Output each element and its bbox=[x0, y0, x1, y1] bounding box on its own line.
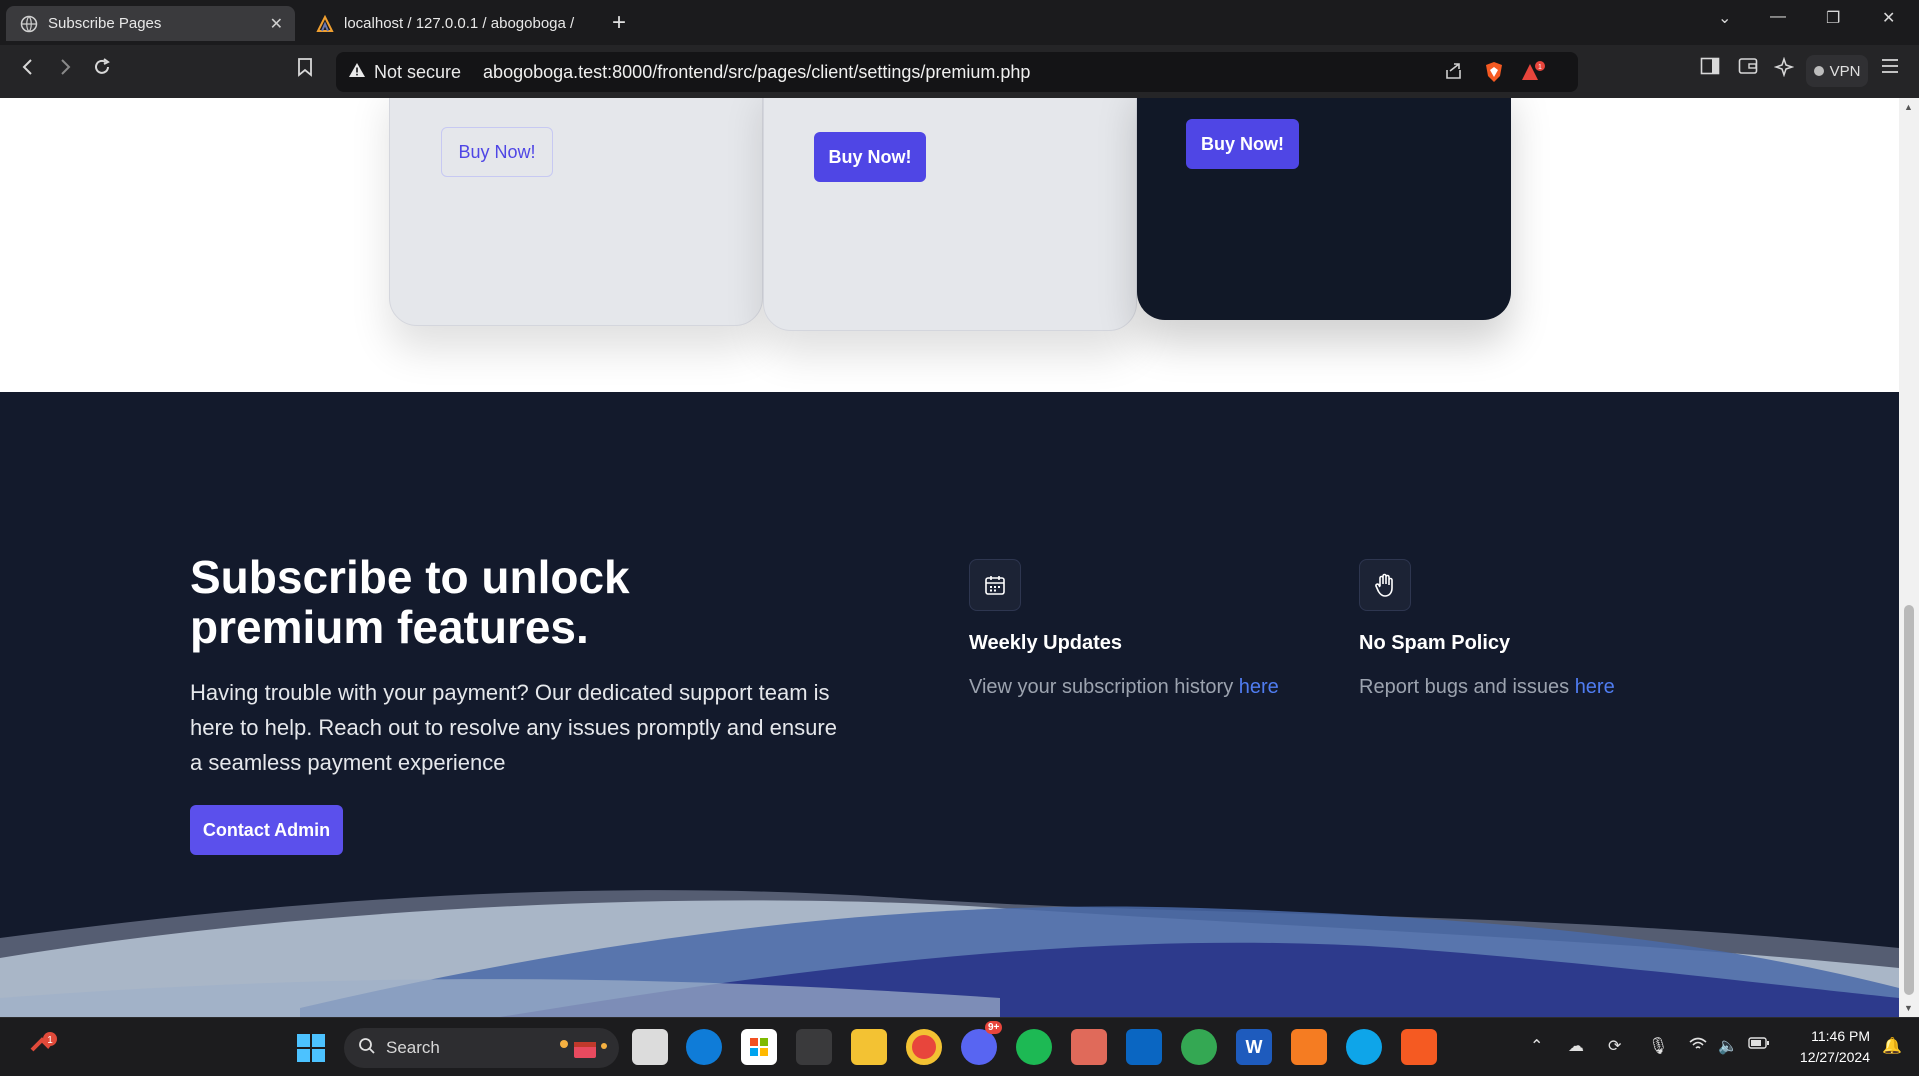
taskbar-search[interactable]: Search bbox=[344, 1028, 619, 1068]
calendar-icon bbox=[969, 559, 1021, 611]
back-icon[interactable] bbox=[18, 57, 38, 83]
notifications-bell-icon[interactable]: 🔔 bbox=[1882, 1036, 1902, 1056]
pricing-card-basic: Buy Now! bbox=[389, 98, 763, 326]
layers-app-icon[interactable] bbox=[1071, 1029, 1107, 1065]
spotify-icon[interactable] bbox=[1016, 1029, 1052, 1065]
rewards-badge-count: 1 bbox=[1538, 64, 1542, 71]
menu-icon[interactable] bbox=[1880, 57, 1900, 81]
pricing-card-standard: Buy Now! bbox=[763, 98, 1137, 331]
feature-title-no-spam: No Spam Policy bbox=[1359, 632, 1511, 654]
onedrive-icon[interactable]: ☁ bbox=[1568, 1036, 1584, 1056]
chrome-icon[interactable] bbox=[906, 1029, 942, 1065]
settings-app-icon[interactable] bbox=[796, 1029, 832, 1065]
minimize-icon[interactable]: — bbox=[1770, 8, 1786, 26]
notification-badge: 1 bbox=[47, 1035, 53, 1046]
vpn-status-icon bbox=[1813, 66, 1824, 76]
page-viewport: Buy Now! Buy Now! Buy Now! Subscribe to … bbox=[0, 98, 1899, 1017]
brave-taskbar-icon[interactable] bbox=[1401, 1029, 1437, 1065]
footer-wave-decoration bbox=[0, 890, 1899, 1017]
scroll-up-arrow-icon[interactable]: ▲ bbox=[1904, 102, 1913, 112]
search-icon bbox=[358, 1037, 376, 1060]
browser-toolbar: Not secure abogoboga.test:8000/frontend/… bbox=[0, 45, 1919, 98]
tab-subscribe-pages[interactable]: Subscribe Pages ✕ bbox=[6, 6, 295, 41]
feature-text-no-spam: Report bugs and issues here bbox=[1359, 676, 1615, 698]
buy-now-button[interactable]: Buy Now! bbox=[1186, 119, 1299, 169]
battery-icon[interactable] bbox=[1748, 1036, 1770, 1055]
url-text[interactable]: abogoboga.test:8000/frontend/src/pages/c… bbox=[483, 62, 1030, 83]
clock-time[interactable]: 11:46 PM bbox=[1794, 1028, 1870, 1044]
footer-lead-text: Having trouble with your payment? Our de… bbox=[190, 680, 837, 775]
edge-icon[interactable] bbox=[686, 1029, 722, 1065]
scroll-down-arrow-icon[interactable]: ▼ bbox=[1904, 1003, 1913, 1013]
hand-icon bbox=[1359, 559, 1411, 611]
close-window-icon[interactable]: ✕ bbox=[1882, 8, 1895, 28]
sidebar-toggle-icon[interactable] bbox=[1700, 57, 1720, 81]
xampp-icon[interactable] bbox=[1291, 1029, 1327, 1065]
buy-now-button[interactable]: Buy Now! bbox=[441, 127, 553, 177]
feature-text-weekly-updates: View your subscription history here bbox=[969, 676, 1279, 698]
close-tab-icon[interactable]: ✕ bbox=[270, 14, 283, 34]
word-icon[interactable]: W bbox=[1236, 1029, 1272, 1065]
bookmark-icon[interactable] bbox=[296, 57, 314, 83]
contact-admin-button[interactable]: Contact Admin bbox=[190, 805, 343, 855]
footer-headline: Subscribe to unlock premium features. bbox=[190, 551, 630, 653]
tray-overflow-icon[interactable]: ⌃ bbox=[1530, 1036, 1543, 1056]
report-bugs-link[interactable]: here bbox=[1575, 676, 1615, 698]
task-view-icon[interactable] bbox=[632, 1029, 668, 1065]
chrome-profile-icon[interactable] bbox=[1181, 1029, 1217, 1065]
vpn-button[interactable]: VPN bbox=[1806, 55, 1868, 87]
tab-phpmyadmin[interactable]: localhost / 127.0.0.1 / abogoboga / bbox=[312, 6, 602, 41]
buy-now-button[interactable]: Buy Now! bbox=[814, 132, 926, 182]
subscription-history-link[interactable]: here bbox=[1239, 676, 1279, 698]
leo-ai-icon[interactable] bbox=[1773, 56, 1795, 83]
wifi-icon[interactable] bbox=[1688, 1036, 1708, 1057]
address-bar[interactable]: Not secure abogoboga.test:8000/frontend/… bbox=[336, 52, 1578, 92]
tab-title: localhost / 127.0.0.1 / abogoboga / bbox=[344, 15, 575, 32]
volume-icon[interactable]: 🔈 bbox=[1718, 1036, 1738, 1056]
brave-rewards-icon[interactable]: 1 bbox=[1520, 61, 1546, 88]
sync-icon[interactable]: ⟳ bbox=[1608, 1036, 1621, 1056]
discord-icon[interactable]: 9+ bbox=[961, 1021, 1003, 1065]
file-explorer-icon[interactable] bbox=[851, 1029, 887, 1065]
brave-shield-icon[interactable] bbox=[1484, 61, 1504, 88]
windows-taskbar: 1 Search 9+ W ⌃ ☁ ⟳ 🎙 🔈 11:46 PM 12/27/2… bbox=[0, 1017, 1919, 1076]
clock-date[interactable]: 12/27/2024 bbox=[1786, 1049, 1870, 1065]
tab-title: Subscribe Pages bbox=[48, 15, 162, 32]
subscribe-footer: Subscribe to unlock premium features. Ha… bbox=[0, 392, 1899, 1017]
search-placeholder: Search bbox=[386, 1038, 440, 1057]
tab-search-chevron-icon[interactable]: ⌄ bbox=[1718, 8, 1731, 28]
browser-tab-bar: Subscribe Pages ✕ localhost / 127.0.0.1 … bbox=[0, 0, 1919, 45]
windows-start-icon[interactable] bbox=[296, 1033, 326, 1068]
security-status[interactable]: Not secure bbox=[374, 62, 461, 83]
pricing-card-premium: Buy Now! bbox=[1137, 98, 1511, 320]
feature-title-weekly-updates: Weekly Updates bbox=[969, 632, 1123, 654]
search-highlight-icon bbox=[554, 1036, 610, 1065]
scrollbar-thumb[interactable] bbox=[1904, 605, 1914, 995]
reload-icon[interactable] bbox=[92, 57, 112, 83]
wallet-icon[interactable] bbox=[1738, 57, 1758, 81]
restore-icon[interactable]: ❐ bbox=[1826, 8, 1840, 28]
page-scrollbar[interactable]: ▲ ▼ bbox=[1899, 98, 1919, 1017]
edge-dev-icon[interactable] bbox=[1346, 1029, 1382, 1065]
forward-icon[interactable] bbox=[55, 57, 75, 83]
share-icon[interactable] bbox=[1444, 61, 1464, 86]
notification-app-icon[interactable]: 1 bbox=[28, 1032, 64, 1067]
phpmyadmin-icon bbox=[316, 14, 334, 33]
vpn-label: VPN bbox=[1829, 62, 1861, 80]
new-tab-button[interactable]: + bbox=[612, 9, 626, 37]
warning-icon[interactable] bbox=[348, 62, 366, 83]
vscode-icon[interactable] bbox=[1126, 1029, 1162, 1065]
microsoft-store-icon[interactable] bbox=[741, 1029, 777, 1065]
microphone-icon[interactable]: 🎙 bbox=[1648, 1036, 1668, 1056]
globe-icon bbox=[20, 15, 38, 33]
discord-badge: 9+ bbox=[985, 1021, 1003, 1034]
